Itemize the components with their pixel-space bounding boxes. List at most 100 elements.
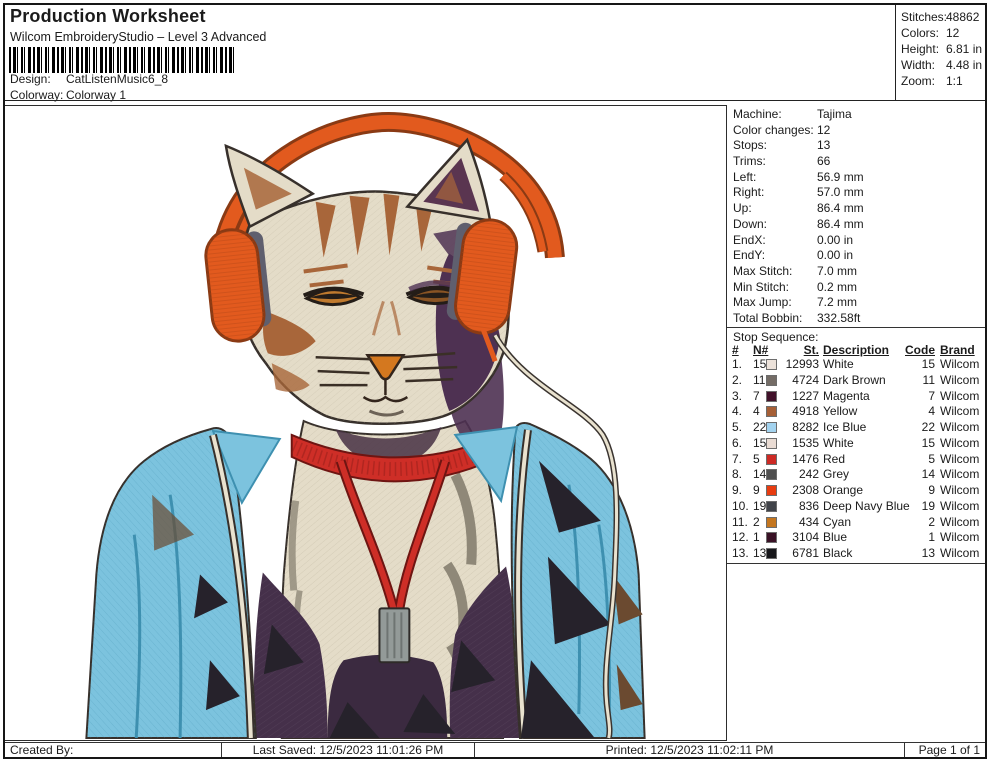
needle-number: 7 [753,388,760,403]
thread-code: 1 [928,530,935,545]
row-number: 1. [732,357,743,371]
machine-info-value: 7.2 mm [817,295,858,310]
machine-info-row: Total Bobbin: 332.58ft [727,311,987,327]
stitch-count: 4918 [792,404,819,419]
thread-description: Blue [823,530,848,545]
needle-number: 19 [753,498,767,513]
page-title: Production Worksheet [10,6,206,26]
row-number: 11. [732,514,748,529]
row-number: 7. [732,451,743,466]
stop-sequence-row: 11. 2 434 Cyan 2 Wilcom [727,515,987,531]
design-value: CatListenMusic6_8 [66,72,169,86]
thread-brand: Wilcom [940,372,980,387]
row-number: 3. [732,388,743,403]
machine-info-row: Up: 86.4 mm [727,201,987,217]
machine-info-row: Right: 57.0 mm [727,185,987,201]
row-number: 13. [732,546,749,560]
machine-info-row: EndX: 0.00 in [727,233,987,249]
col-header-n: N# [753,343,769,357]
machine-info-value: 56.9 mm [817,169,864,184]
embroidery-preview [3,105,727,741]
needle-number: 5 [753,451,760,466]
thread-brand: Wilcom [940,467,980,482]
machine-info-label: Max Jump: [733,295,792,310]
needle-number: 15 [753,435,767,450]
thread-brand: Wilcom [940,451,980,466]
stitch-count: 6781 [792,546,819,560]
stitch-count: 3104 [792,530,819,545]
row-number: 6. [732,435,743,450]
thread-description: Dark Brown [823,372,886,387]
thread-description: Cyan [823,514,852,529]
stat-label: Width: [901,58,936,72]
stop-sequence-header: # N# St. Description Code Brand [727,343,987,358]
machine-info-value: 0.2 mm [817,279,858,294]
machine-info-label: Max Stitch: [733,263,793,278]
stop-sequence-table: 1. 15 12993 White 15 Wilcom 2. 11 4724 D… [727,357,987,562]
machine-info-value: 0.00 in [817,248,854,263]
machine-info-label: Left: [733,169,757,184]
machine-info-label: Color changes: [733,122,814,137]
thread-code: 9 [928,483,935,497]
production-worksheet-page: Production Worksheet Wilcom EmbroiderySt… [0,0,990,762]
machine-info-row: Trims: 66 [727,154,987,170]
stat-row: Height: 6.81 in [896,42,987,58]
needle-number: 22 [753,420,767,434]
needle-number: 15 [753,357,767,371]
machine-info-rows: Machine: Tajima Color changes: 12 Stops:… [727,107,987,327]
stat-label: Stitches: [901,10,948,24]
thread-brand: Wilcom [940,498,980,513]
thread-code: 22 [921,420,935,434]
machine-info-label: Min Stitch: [733,279,790,294]
header-divider [895,3,896,101]
stop-sequence-row: 2. 11 4724 Dark Brown 11 Wilcom [727,373,987,389]
thread-code: 14 [921,467,935,482]
created-by-cell: Created By: [3,742,222,759]
col-header-description: Description [823,343,890,357]
machine-info-row: EndY: 0.00 in [727,248,987,264]
machine-info-row: Machine: Tajima [727,107,987,123]
stat-value: 1:1 [946,74,963,88]
col-header-code: Code [905,343,935,357]
machine-info-value: 0.00 in [817,232,854,247]
machine-info-label: Up: [733,201,752,216]
machine-info-label: EndX: [733,232,766,247]
machine-info-row: Stops: 13 [727,138,987,154]
thread-brand: Wilcom [940,514,980,529]
row-number: 5. [732,420,743,434]
machine-info-label: Machine: [733,107,782,121]
machine-info-label: Right: [733,185,765,200]
machine-info-label: EndY: [733,248,766,263]
stitch-count: 12993 [785,357,819,371]
thread-description: Orange [823,483,864,497]
thread-description: Ice Blue [823,420,867,434]
design-label: Design: [10,72,51,86]
needle-number: 1 [753,530,760,545]
thread-code: 5 [928,451,935,466]
last-saved-cell: Last Saved: 12/5/2023 11:01:26 PM [221,742,475,759]
stop-sequence-row: 9. 9 2308 Orange 9 Wilcom [727,483,987,499]
thread-brand: Wilcom [940,546,980,560]
machine-info-row: Min Stitch: 0.2 mm [727,280,987,296]
thread-code: 19 [921,498,935,513]
row-number: 2. [732,372,743,387]
machine-info-value: Tajima [817,107,852,121]
thread-description: Red [823,451,846,466]
thread-description: Yellow [823,404,858,419]
thread-description: White [823,357,854,371]
thread-code: 13 [921,546,935,560]
stop-sequence-row: 3. 7 1227 Magenta 7 Wilcom [727,389,987,405]
stat-value: 48862 [946,10,980,24]
machine-info-label: Total Bobbin: [733,310,803,325]
thread-description: White [823,435,854,450]
printed-cell: Printed: 12/5/2023 11:02:11 PM [474,742,905,759]
thread-code: 15 [921,357,935,371]
stop-sequence-row: 6. 15 1535 White 15 Wilcom [727,436,987,452]
stop-sequence-row: 4. 4 4918 Yellow 4 Wilcom [727,404,987,420]
thread-code: 2 [928,514,935,529]
row-number: 4. [732,404,743,419]
machine-info-value: 86.4 mm [817,201,864,216]
stop-sequence-row: 7. 5 1476 Red 5 Wilcom [727,452,987,468]
machine-info-row: Color changes: 12 [727,123,987,139]
thread-brand: Wilcom [940,357,980,371]
